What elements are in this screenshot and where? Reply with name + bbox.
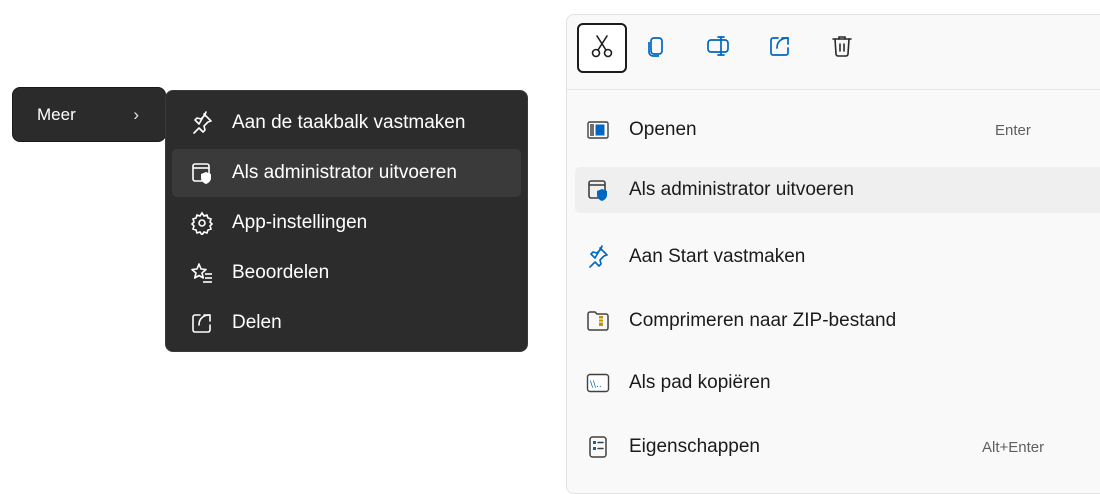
copy-button[interactable] <box>639 23 673 73</box>
cut-button[interactable] <box>577 23 627 73</box>
properties-icon <box>585 434 611 460</box>
svg-text:\\..: \\.. <box>590 380 602 390</box>
menu-divider <box>567 89 1100 90</box>
pin-icon <box>585 244 611 270</box>
menu-item-copy-as-path[interactable]: \\.. Als pad kopiëren <box>575 360 1100 406</box>
menu-item-label: Eigenschappen <box>629 436 760 457</box>
rename-icon <box>706 34 730 63</box>
share-icon <box>188 309 216 337</box>
cut-icon <box>589 33 615 64</box>
meer-menu-item[interactable]: Meer › <box>12 87 166 142</box>
menu-item-label: Aan Start vastmaken <box>629 246 806 267</box>
menu-item-open[interactable]: Openen Enter <box>575 107 1100 153</box>
zip-folder-icon <box>585 308 611 334</box>
menu-item-label: Openen <box>629 119 697 140</box>
delete-button[interactable] <box>825 23 859 73</box>
copy-path-icon: \\.. <box>585 370 611 396</box>
dark-menu-item-share[interactable]: Delen <box>172 299 521 347</box>
copy-icon <box>644 34 668 63</box>
share-button[interactable] <box>763 23 797 73</box>
dark-menu-item-label: Delen <box>232 312 282 333</box>
context-menu: Openen Enter Als administrator uitvoeren… <box>566 14 1100 494</box>
dark-menu-item-run-as-admin[interactable]: Als administrator uitvoeren <box>172 149 521 197</box>
shortcut-label: Enter <box>995 121 1031 139</box>
menu-item-run-as-admin[interactable]: Als administrator uitvoeren <box>575 167 1100 213</box>
more-submenu: Aan de taakbalk vastmaken Als administra… <box>165 90 528 352</box>
shortcut-label: Alt+Enter <box>982 438 1045 456</box>
menu-item-compress-zip[interactable]: Comprimeren naar ZIP-bestand <box>575 298 1100 344</box>
dark-menu-item-label: Aan de taakbalk vastmaken <box>232 112 466 133</box>
menu-item-label: Comprimeren naar ZIP-bestand <box>629 310 897 331</box>
menu-item-label: Als administrator uitvoeren <box>629 179 854 200</box>
gear-icon <box>188 209 216 237</box>
open-window-icon <box>585 117 611 143</box>
delete-icon <box>830 34 854 63</box>
dark-menu-item-rate[interactable]: Beoordelen <box>172 249 521 297</box>
chevron-right-icon: › <box>133 104 139 124</box>
menu-item-properties[interactable]: Eigenschappen Alt+Enter <box>575 424 1100 470</box>
dark-menu-item-label: Beoordelen <box>232 262 330 283</box>
pin-icon <box>188 109 216 137</box>
dark-menu-item-label: App-instellingen <box>232 212 368 233</box>
menu-item-pin-start[interactable]: Aan Start vastmaken <box>575 234 1100 280</box>
context-toolbar <box>577 23 887 73</box>
share-icon <box>768 34 792 63</box>
admin-shield-icon <box>188 159 216 187</box>
menu-item-label: Als pad kopiëren <box>629 372 771 393</box>
dark-menu-item-pin-taskbar[interactable]: Aan de taakbalk vastmaken <box>172 99 521 147</box>
meer-label: Meer <box>37 104 76 124</box>
dark-menu-item-label: Als administrator uitvoeren <box>232 162 457 183</box>
rename-button[interactable] <box>701 23 735 73</box>
rate-star-icon <box>188 259 216 287</box>
dark-menu-item-app-settings[interactable]: App-instellingen <box>172 199 521 247</box>
admin-shield-icon <box>585 177 611 203</box>
